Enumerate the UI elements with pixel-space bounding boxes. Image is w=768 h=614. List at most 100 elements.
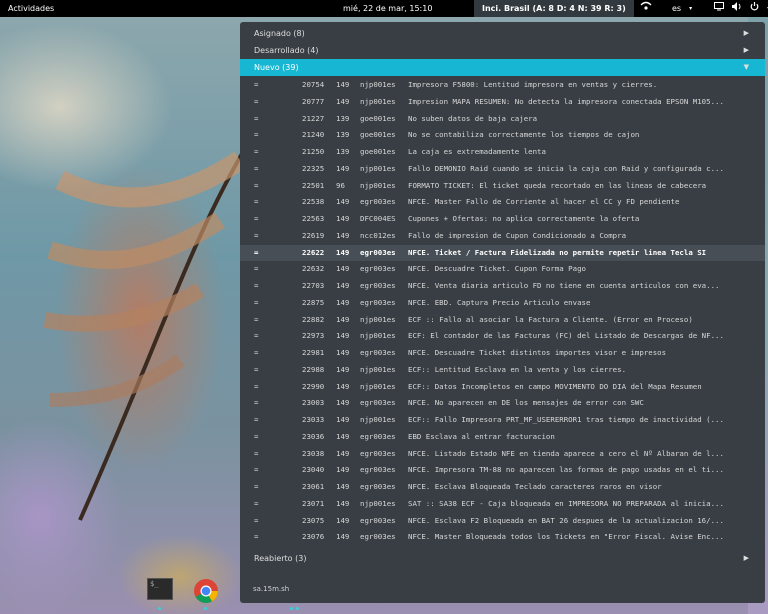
issue-id: 22622 — [302, 247, 325, 257]
issue-description: Fallo DEMONIO Raid cuando se inicia la c… — [408, 163, 724, 173]
issue-priority: 149 — [336, 364, 350, 374]
issue-user: njp001es — [360, 80, 396, 89]
issue-priority: 149 — [336, 465, 350, 475]
issue-row[interactable]: = 22882 149 njp001es ECF :: Fallo al asociar… — [240, 312, 765, 329]
issue-row[interactable]: = 22990 149 njp001es ECF:: Datos Incompletos… — [240, 379, 765, 396]
issue-user: egr003es — [360, 281, 396, 290]
issue-priority: 149 — [336, 264, 350, 274]
issue-id: 23076 — [302, 532, 325, 542]
top-bar: Actividades mié, 22 de mar, 15:10 Inci. … — [0, 0, 768, 17]
issue-user: njp001es — [360, 415, 396, 424]
volume-icon[interactable] — [732, 0, 742, 17]
issue-priority: 149 — [336, 214, 350, 223]
issue-status: = — [254, 113, 259, 123]
issue-row[interactable]: = 23040 149 egr003es NFCE. Impresora TM-88 n… — [240, 462, 765, 479]
issue-status: = — [254, 197, 259, 207]
issue-status: = — [254, 415, 259, 424]
running-indicator — [290, 607, 293, 610]
issue-priority: 149 — [336, 163, 350, 173]
issue-row[interactable]: = 22988 149 njp001es ECF:: Lentitud Esclava … — [240, 362, 765, 379]
issue-user: egr003es — [360, 515, 396, 525]
issue-description: NFCE. Listado Estado NFE en tienda apare… — [408, 448, 724, 458]
issue-row[interactable]: = 22325 149 njp001es Fallo DEMONIO Raid cuan… — [240, 161, 765, 178]
issue-id: 23040 — [302, 465, 325, 475]
issue-row[interactable]: = 23038 149 egr003es NFCE. Listado Estado NF… — [240, 446, 765, 463]
issue-row[interactable]: = 21227 139 goe001es No suben datos de baja … — [240, 111, 765, 128]
issue-user: ncc012es — [360, 230, 396, 240]
issue-description: No se contabiliza correctamente los tiem… — [408, 130, 640, 140]
issue-row[interactable]: = 20754 149 njp001es Impresora F5800: Lentit… — [240, 77, 765, 94]
issue-id: 23003 — [302, 398, 325, 408]
issue-row[interactable]: = 23003 149 egr003es NFCE. No aparecen en DE… — [240, 395, 765, 412]
activities-button[interactable]: Actividades — [8, 0, 54, 17]
issue-row[interactable]: = 23075 149 egr003es NFCE. Esclava F2 Bloque… — [240, 513, 765, 530]
issue-status: = — [254, 331, 259, 341]
issue-priority: 149 — [336, 96, 350, 106]
incidents-indicator[interactable]: Inci. Brasil (A: 8 D: 4 N: 39 R: 3) — [474, 0, 634, 17]
issue-row[interactable]: = 20777 149 njp001es Impresion MAPA RESUMEN:… — [240, 94, 765, 111]
issue-user: DFC004ES — [360, 214, 396, 223]
issue-id: 23061 — [302, 482, 325, 491]
issue-description: NFCE. Descuadre Ticket distintos importe… — [408, 348, 667, 357]
issues-list: = 20754 149 njp001es Impresora F5800: Lentit… — [240, 77, 765, 546]
chrome-icon[interactable] — [193, 578, 219, 604]
section-reabierto[interactable]: Reabierto (3) ▶ — [240, 550, 765, 567]
issue-priority: 149 — [336, 331, 350, 341]
issue-user: egr003es — [360, 297, 396, 307]
issue-user: egr003es — [360, 247, 396, 257]
issue-id: 21250 — [302, 147, 325, 156]
section-asignado[interactable]: Asignado (8) ▶ — [240, 25, 765, 42]
issue-row[interactable]: = 22622 149 egr003es NFCE. Ticket / Factura … — [240, 244, 765, 262]
issue-row[interactable]: = 23061 149 egr003es NFCE. Esclava Bloqueada… — [240, 479, 765, 496]
issue-priority: 149 — [336, 532, 350, 542]
issue-description: NFCE. Descuadre Ticket. Cupon Forma Pago — [408, 264, 586, 274]
issue-row[interactable]: = 23036 149 egr003es EBD Esclava al entrar f… — [240, 429, 765, 446]
screen-icon[interactable] — [714, 0, 725, 17]
section-desarrollado[interactable]: Desarrollado (4) ▶ — [240, 42, 765, 59]
issue-row[interactable]: = 22563 149 DFC004ES Cupones + Ofertas: no a… — [240, 211, 765, 228]
issue-status: = — [254, 264, 259, 274]
issue-row[interactable]: = 23071 149 njp001es SAT :: SA38 ECF - Caja … — [240, 496, 765, 513]
issue-description: Cupones + Ofertas: no aplica correctamen… — [408, 214, 640, 223]
issue-priority: 139 — [336, 113, 350, 123]
issue-description: Impresion MAPA RESUMEN: No detecta la im… — [408, 96, 724, 106]
terminal-launcher[interactable]: $_ — [147, 578, 173, 600]
issue-priority: 149 — [336, 348, 350, 357]
issue-user: egr003es — [360, 398, 396, 408]
issue-row[interactable]: = 21240 139 goe001es No se contabiliza corre… — [240, 127, 765, 144]
issue-row[interactable]: = 23033 149 njp001es ECF:: Fallo Impresora P… — [240, 412, 765, 429]
issue-row[interactable]: = 22538 149 egr003es NFCE. Master Fallo de C… — [240, 194, 765, 211]
issue-row[interactable]: = 22501 96 njp001es FORMATO TICKET: El ticke… — [240, 178, 765, 195]
issue-row[interactable]: = 22619 149 ncc012es Fallo de impresion de C… — [240, 228, 765, 245]
issue-row[interactable]: = 22981 149 egr003es NFCE. Descuadre Ticket … — [240, 345, 765, 362]
section-label: Nuevo (39) — [254, 63, 299, 72]
network-icon[interactable] — [640, 0, 652, 17]
language-indicator[interactable]: es — [672, 0, 681, 17]
issue-description: NFCE. Esclava F2 Bloqueada en BAT 26 des… — [408, 515, 724, 525]
issue-status: = — [254, 281, 259, 290]
issue-user: njp001es — [360, 364, 396, 374]
issue-row[interactable]: = 23076 149 egr003es NFCE. Master Bloqueada … — [240, 529, 765, 546]
chevron-down-icon[interactable]: ▾ — [689, 0, 692, 17]
issue-row[interactable]: = 22632 149 egr003es NFCE. Descuadre Ticket.… — [240, 261, 765, 278]
issue-user: egr003es — [360, 431, 396, 441]
issue-id: 23071 — [302, 498, 325, 508]
issue-row[interactable]: = 22703 149 egr003es NFCE. Venta diaria arti… — [240, 278, 765, 295]
issue-row[interactable]: = 21250 139 goe001es La caja es extremadamen… — [240, 144, 765, 161]
issue-id: 22619 — [302, 230, 325, 240]
issue-status: = — [254, 465, 259, 475]
issue-row[interactable]: = 22875 149 egr003es NFCE. EBD. Captura Prec… — [240, 295, 765, 312]
section-nuevo[interactable]: Nuevo (39) ▼ — [240, 59, 765, 76]
issue-status: = — [254, 297, 259, 307]
issue-id: 22563 — [302, 214, 325, 223]
issue-priority: 149 — [336, 415, 350, 424]
issue-priority: 149 — [336, 398, 350, 408]
chevron-right-icon: ▶ — [743, 46, 749, 54]
terminal-icon: $_ — [150, 580, 159, 588]
issue-status: = — [254, 163, 259, 173]
issue-row[interactable]: = 22973 149 njp001es ECF: El contador de las… — [240, 328, 765, 345]
clock[interactable]: mié, 22 de mar, 15:10 — [343, 0, 432, 17]
power-icon[interactable] — [750, 0, 759, 17]
issue-description: ECF:: Lentitud Esclava en la venta y los… — [408, 364, 627, 374]
issue-priority: 149 — [336, 297, 350, 307]
